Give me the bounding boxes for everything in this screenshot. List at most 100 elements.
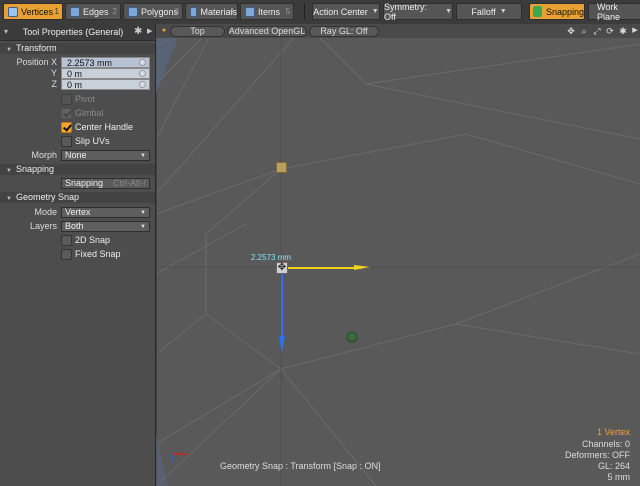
tab-label: Edges — [83, 6, 109, 17]
gear-icon[interactable]: ✱ — [618, 26, 628, 36]
snapping-button[interactable]: Snapping Ctrl-Alt-/ — [61, 178, 150, 189]
layers-label: Layers — [29, 221, 57, 231]
action-center-dropdown[interactable]: Action Center ▼ — [312, 3, 380, 20]
grid-line — [205, 313, 282, 370]
collapse-triangle-icon: ▼ — [6, 168, 12, 174]
maximize-icon[interactable]: ⤢ — [592, 26, 602, 36]
chevron-down-icon: ▼ — [445, 8, 452, 15]
tab-shortcut-number: 2 — [112, 7, 117, 16]
chevron-right-icon[interactable]: ▶ — [630, 26, 640, 36]
grid-line — [156, 368, 282, 445]
position-y-value: 0 m — [67, 69, 83, 79]
snap-2d-checkbox[interactable] — [61, 235, 72, 246]
center-handle-checkbox[interactable] — [61, 122, 72, 133]
tab-polygons[interactable]: Polygons 3 — [123, 3, 183, 20]
z-axis-arrow — [279, 336, 285, 354]
position-x-label: Position X — [16, 57, 57, 67]
section-snapping[interactable]: ▼ Snapping — [0, 164, 155, 175]
panel-title: Tool Properties (General) — [22, 27, 124, 37]
tab-items[interactable]: Items 5 — [240, 3, 294, 20]
snapping-icon — [533, 6, 542, 17]
tab-edges[interactable]: Edges 2 — [65, 3, 121, 20]
morph-value: None — [65, 150, 87, 160]
snapping-button-label: Snapping — [65, 178, 104, 188]
channel-dot-icon[interactable] — [139, 59, 146, 66]
fixed-snap-checkbox[interactable] — [61, 249, 72, 260]
view-top-button[interactable]: Top — [170, 26, 225, 37]
grid-line — [205, 168, 282, 235]
tab-vertices[interactable]: Vertices 1 — [3, 3, 63, 20]
3d-viewport[interactable]: ✥ 2.2573 mm ● Top Advanced OpenGL Ray GL… — [156, 24, 640, 486]
tab-materials[interactable]: Materials 4 — [185, 3, 238, 20]
position-y-field[interactable]: 0 m — [61, 68, 150, 79]
grid-line — [455, 253, 640, 325]
viewport-menu-icon[interactable]: ● — [159, 26, 169, 36]
tab-shortcut-number: 1 — [54, 7, 59, 16]
grid-line — [156, 313, 207, 355]
section-label: Snapping — [15, 164, 54, 174]
snapping-shortcut: Ctrl-Alt-/ — [113, 178, 146, 188]
morph-label: Morph — [31, 150, 57, 160]
fixed-snap-label: Fixed Snap — [75, 249, 121, 259]
gear-icon[interactable]: ✱ — [134, 26, 142, 37]
view-gl-button[interactable]: Advanced OpenGL — [227, 26, 307, 37]
snapping-toggle-button[interactable]: Snapping — [529, 3, 585, 20]
channel-dot-icon[interactable] — [139, 81, 146, 88]
grid-line — [156, 168, 282, 215]
work-plane-dropdown[interactable]: Work Plane — [588, 1, 640, 22]
grid-line — [455, 323, 640, 355]
snap-2d-label: 2D Snap — [75, 235, 111, 245]
corner-shade — [156, 434, 168, 486]
hud-selection: 1 Vertex — [596, 427, 630, 437]
move-handle-icon[interactable]: ✥ — [276, 262, 288, 274]
chevron-down-icon: ▼ — [140, 224, 146, 230]
view-raygl-button[interactable]: Ray GL: Off — [309, 26, 379, 37]
symmetry-dropdown[interactable]: Symmetry: Off ▼ — [383, 2, 453, 22]
top-toolbar: Vertices 1 Edges 2 Polygons 3 Materials … — [0, 0, 640, 25]
layers-value: Both — [65, 221, 84, 231]
chevron-down-icon: ▼ — [371, 8, 379, 15]
chevron-right-icon[interactable]: ▶ — [147, 27, 152, 35]
zoom-icon[interactable]: ⌕ — [579, 26, 589, 36]
work-plane-label: Work Plane — [597, 1, 621, 22]
tab-label: Items — [258, 6, 281, 17]
measure-readout: 2.2573 mm — [251, 253, 292, 262]
section-transform[interactable]: ▼ Transform — [0, 43, 155, 54]
chevron-down-icon: ▼ — [140, 210, 146, 216]
hud-deformers: Deformers: OFF — [564, 450, 630, 460]
falloff-dropdown[interactable]: Falloff ▼ — [456, 3, 522, 20]
snapping-label: Snapping — [545, 6, 584, 17]
grid-line — [365, 43, 640, 85]
gimbal-checkbox[interactable] — [61, 108, 72, 119]
collapse-triangle-icon: ▼ — [6, 196, 12, 202]
tool-properties-panel: ▾ Tool Properties (General) ✱ ▶ ▼ Transfo… — [0, 24, 156, 486]
position-x-field[interactable]: 2.2573 mm — [61, 57, 150, 68]
chevron-down-icon: ▼ — [140, 153, 146, 159]
position-z-field[interactable]: 0 m — [61, 79, 150, 90]
slip-uvs-checkbox[interactable] — [61, 136, 72, 147]
morph-select[interactable]: None ▼ — [61, 150, 150, 161]
viewport-canvas — [156, 24, 640, 486]
pivot-checkbox[interactable] — [61, 94, 72, 105]
mode-value: Vertex — [65, 207, 91, 217]
materials-icon — [190, 6, 198, 17]
collapse-triangle-icon: ▼ — [6, 47, 12, 53]
center-handle-dot — [346, 331, 358, 343]
center-handle-label: Center Handle — [75, 122, 134, 132]
section-label: Transform — [15, 43, 57, 53]
section-geometry-snap[interactable]: ▼ Geometry Snap — [0, 192, 155, 203]
vertex-marker-icon[interactable] — [276, 162, 287, 173]
fit-icon[interactable]: ⟳ — [605, 26, 615, 36]
mode-select[interactable]: Vertex ▼ — [61, 207, 150, 218]
layers-select[interactable]: Both ▼ — [61, 221, 150, 232]
panel-menu-icon[interactable]: ▾ — [4, 27, 8, 36]
grid-line — [280, 133, 467, 170]
tab-shortcut-number: 5 — [285, 7, 290, 16]
items-icon — [245, 6, 255, 17]
viewport-header: ● Top Advanced OpenGL Ray GL: Off ✥ ⌕ ⤢ … — [156, 24, 640, 38]
channel-dot-icon[interactable] — [139, 70, 146, 77]
pan-icon[interactable]: ✥ — [566, 26, 576, 36]
tab-shortcut-number: 3 — [174, 7, 179, 16]
chevron-down-icon: ▼ — [499, 8, 507, 15]
hud-channels: Channels: 0 — [581, 439, 630, 449]
